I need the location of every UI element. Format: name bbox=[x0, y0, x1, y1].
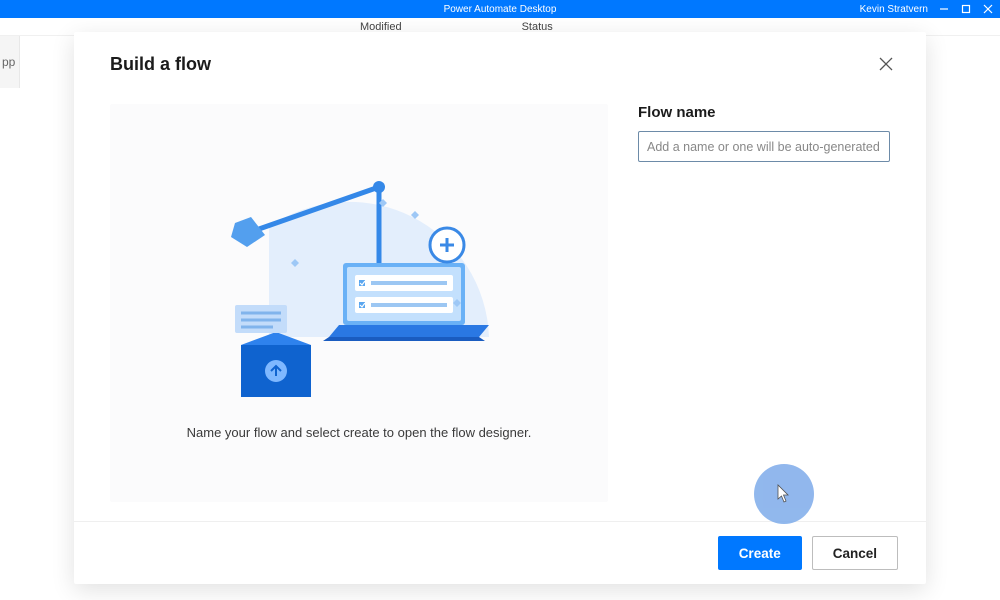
col-status: Status bbox=[522, 21, 553, 33]
minimize-button[interactable] bbox=[938, 4, 950, 14]
user-name: Kevin Stratvern bbox=[860, 4, 928, 15]
illustration-panel: Name your flow and select create to open… bbox=[110, 104, 608, 502]
illustration-caption: Name your flow and select create to open… bbox=[187, 425, 532, 440]
modal-title: Build a flow bbox=[110, 54, 211, 75]
close-window-button[interactable] bbox=[982, 4, 994, 14]
cancel-button[interactable]: Cancel bbox=[812, 536, 898, 570]
cursor-icon bbox=[776, 484, 792, 504]
app-title: Power Automate Desktop bbox=[444, 4, 557, 15]
col-modified: Modified bbox=[360, 21, 402, 33]
close-icon bbox=[879, 57, 893, 71]
maximize-button[interactable] bbox=[960, 4, 972, 14]
titlebar: Power Automate Desktop Kevin Stratvern bbox=[0, 0, 1000, 18]
sidebar-fragment: pp bbox=[0, 36, 20, 88]
build-flow-modal: Build a flow bbox=[74, 32, 926, 584]
flow-name-input[interactable] bbox=[638, 131, 890, 162]
flow-name-label: Flow name bbox=[638, 104, 890, 121]
close-modal-button[interactable] bbox=[874, 52, 898, 76]
cursor-highlight bbox=[754, 464, 814, 524]
create-button[interactable]: Create bbox=[718, 536, 802, 570]
flow-illustration bbox=[189, 167, 529, 407]
